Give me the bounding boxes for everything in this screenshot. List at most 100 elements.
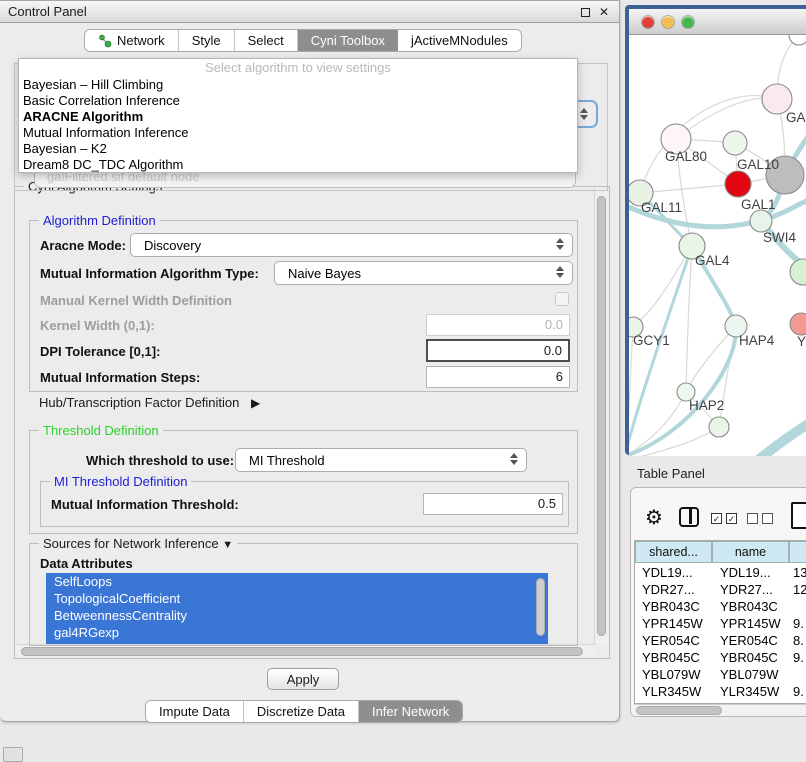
mi-steps-label: Mutual Information Steps: — [40, 370, 200, 385]
node-gal10[interactable] — [723, 131, 747, 155]
kernel-width-field[interactable]: 0.0 — [426, 314, 570, 336]
column-header-name[interactable]: name — [712, 541, 789, 563]
settings-vscrollbar[interactable] — [594, 188, 608, 646]
control-panel-titlebar[interactable]: Control Panel ✕ — [0, 1, 619, 23]
tab-select[interactable]: Select — [235, 30, 298, 51]
aracne-mode-label: Aracne Mode: — [40, 238, 126, 253]
checked-checkbox-icon[interactable]: ✓ — [711, 513, 722, 524]
checked-checkbox-icon[interactable]: ✓ — [726, 513, 737, 524]
gear-icon[interactable]: ⚙ — [645, 505, 663, 530]
mi-steps-field[interactable]: 6 — [426, 366, 570, 388]
table-hscrollbar-thumb[interactable] — [636, 706, 722, 715]
dropdown-item-aracne[interactable]: ARACNE Algorithm — [19, 109, 577, 125]
dropdown-item-basic-correlation[interactable]: Basic Correlation Inference — [19, 93, 577, 109]
minimized-panel-handle[interactable] — [3, 747, 23, 762]
hub-tf-label: Hub/Transcription Factor Definition — [39, 395, 239, 410]
node-gal1-selected[interactable] — [725, 171, 751, 197]
mi-type-combo[interactable]: Naive Bayes — [274, 261, 573, 285]
table-row[interactable]: YBR043C YBR043C — [635, 598, 806, 615]
node-swi4[interactable] — [750, 210, 772, 232]
network-canvas[interactable]: GAL GAL80 GAL10 GAL1 GAL11 SWI4 GAL4 GCY… — [629, 35, 806, 456]
manual-kernel-checkbox[interactable] — [555, 292, 569, 306]
node-y-partial[interactable] — [790, 313, 806, 335]
table-row[interactable]: YDL19... YDL19... 13 — [635, 564, 806, 581]
node-label: SWI4 — [763, 230, 796, 245]
apply-button[interactable]: Apply — [267, 668, 339, 690]
node-label: GAL10 — [737, 157, 779, 172]
document-icon[interactable] — [791, 502, 806, 529]
which-threshold-combo[interactable]: MI Threshold — [235, 448, 527, 472]
zoom-traffic-light-icon[interactable] — [682, 16, 694, 28]
tab-jactivemnodules[interactable]: jActiveMNodules — [398, 30, 521, 51]
threshold-definition-group: Threshold Definition Which threshold to … — [29, 430, 578, 534]
sources-title: Sources for Network Inference ▼ — [39, 536, 237, 551]
table-row[interactable]: YLR345W YLR345W 9. — [635, 683, 806, 700]
node-label: GAL4 — [695, 253, 730, 268]
table-hscrollbar[interactable] — [634, 704, 806, 716]
settings-hscrollbar-thumb[interactable] — [21, 647, 583, 656]
dpi-tolerance-field[interactable]: 0.0 — [426, 339, 570, 362]
list-item[interactable]: BetweennessCentrality — [46, 607, 548, 624]
network-graph: GAL GAL80 GAL10 GAL1 GAL11 SWI4 GAL4 GCY… — [629, 35, 806, 456]
mi-threshold-title: MI Threshold Definition — [50, 474, 191, 489]
close-icon[interactable]: ✕ — [597, 5, 611, 19]
data-attributes-list[interactable]: SelfLoops TopologicalCoefficient Between… — [46, 573, 548, 644]
algorithm-definition-title: Algorithm Definition — [39, 213, 160, 228]
table-row[interactable]: YBL079W YBL079W — [635, 666, 806, 683]
mi-threshold-label: Mutual Information Threshold: — [51, 497, 239, 512]
table-row[interactable]: YBR045C YBR045C 9. — [635, 649, 806, 666]
chevron-right-icon[interactable]: ▶ — [251, 396, 260, 410]
table-row[interactable]: YPR145W YPR145W 9. — [635, 615, 806, 632]
close-traffic-light-icon[interactable] — [642, 16, 654, 28]
mi-type-label: Mutual Information Algorithm Type: — [40, 266, 259, 281]
dropdown-item-dream8[interactable]: Dream8 DC_TDC Algorithm — [19, 157, 577, 173]
dropdown-item-bayesian-hill-climbing[interactable]: Bayesian – Hill Climbing — [19, 77, 577, 93]
bottom-tabs: Impute Data Discretize Data Infer Networ… — [145, 700, 463, 723]
tab-style[interactable]: Style — [179, 30, 235, 51]
dpi-tolerance-label: DPI Tolerance [0,1]: — [40, 344, 160, 359]
node-unlabeled-bottom[interactable] — [709, 417, 729, 437]
table-panel-title: Table Panel — [637, 466, 705, 481]
dropdown-item-mutual-information[interactable]: Mutual Information Inference — [19, 125, 577, 141]
dropdown-prompt: Select algorithm to view settings — [19, 59, 577, 77]
sources-group: Sources for Network Inference ▼ Data Att… — [29, 543, 578, 646]
network-icon — [98, 34, 112, 48]
mi-threshold-group: MI Threshold Definition Mutual Informati… — [40, 481, 569, 527]
table-row[interactable]: YDR27... YDR27... 12 — [635, 581, 806, 598]
chevron-down-icon[interactable]: ▼ — [222, 539, 233, 551]
settings-vscrollbar-thumb[interactable] — [597, 196, 606, 636]
hub-tf-section[interactable]: Hub/Transcription Factor Definition ▶ — [39, 395, 260, 410]
list-item[interactable]: SelfLoops — [46, 573, 548, 590]
tab-infer-network[interactable]: Infer Network — [359, 701, 462, 722]
tab-cyni-toolbox[interactable]: Cyni Toolbox — [298, 30, 398, 51]
unchecked-checkbox-icon[interactable] — [747, 513, 758, 524]
control-panel-window: Control Panel ✕ Network Style Select Cyn… — [0, 0, 620, 722]
network-window-titlebar[interactable] — [629, 9, 806, 35]
column-header-shared-name[interactable]: shared... — [635, 541, 712, 563]
tab-discretize-data[interactable]: Discretize Data — [244, 701, 359, 722]
columns-icon[interactable] — [679, 507, 699, 527]
list-vscrollbar-thumb[interactable] — [536, 578, 545, 636]
column-header-partial[interactable]: A — [789, 541, 806, 563]
tab-impute-data[interactable]: Impute Data — [146, 701, 244, 722]
list-item[interactable]: gal4RGexp — [46, 624, 548, 641]
float-window-icon[interactable] — [581, 8, 590, 17]
mi-threshold-field[interactable]: 0.5 — [423, 493, 563, 515]
aracne-mode-combo[interactable]: Discovery — [130, 233, 573, 257]
table-row[interactable]: YER054C YER054C 8. — [635, 632, 806, 649]
threshold-definition-title: Threshold Definition — [39, 423, 163, 438]
list-item[interactable]: TopologicalCoefficient — [46, 590, 548, 607]
node-label: Y — [797, 334, 806, 349]
node-table: shared... name A YDL19... YDL19... 13 YD… — [634, 540, 806, 704]
node-label: GAL80 — [665, 149, 707, 164]
combo-arrows-icon — [580, 108, 589, 120]
node-edge-green[interactable] — [790, 259, 806, 285]
data-attributes-label: Data Attributes — [40, 556, 133, 571]
tab-network[interactable]: Network — [85, 30, 179, 51]
unchecked-checkbox-icon[interactable] — [762, 513, 773, 524]
minimize-traffic-light-icon[interactable] — [662, 16, 674, 28]
control-panel-tabs: Network Style Select Cyni Toolbox jActiv… — [84, 29, 522, 52]
control-panel-title: Control Panel — [8, 4, 87, 19]
dropdown-item-bayesian-k2[interactable]: Bayesian – K2 — [19, 141, 577, 157]
network-view-window: GAL GAL80 GAL10 GAL1 GAL11 SWI4 GAL4 GCY… — [625, 5, 806, 455]
